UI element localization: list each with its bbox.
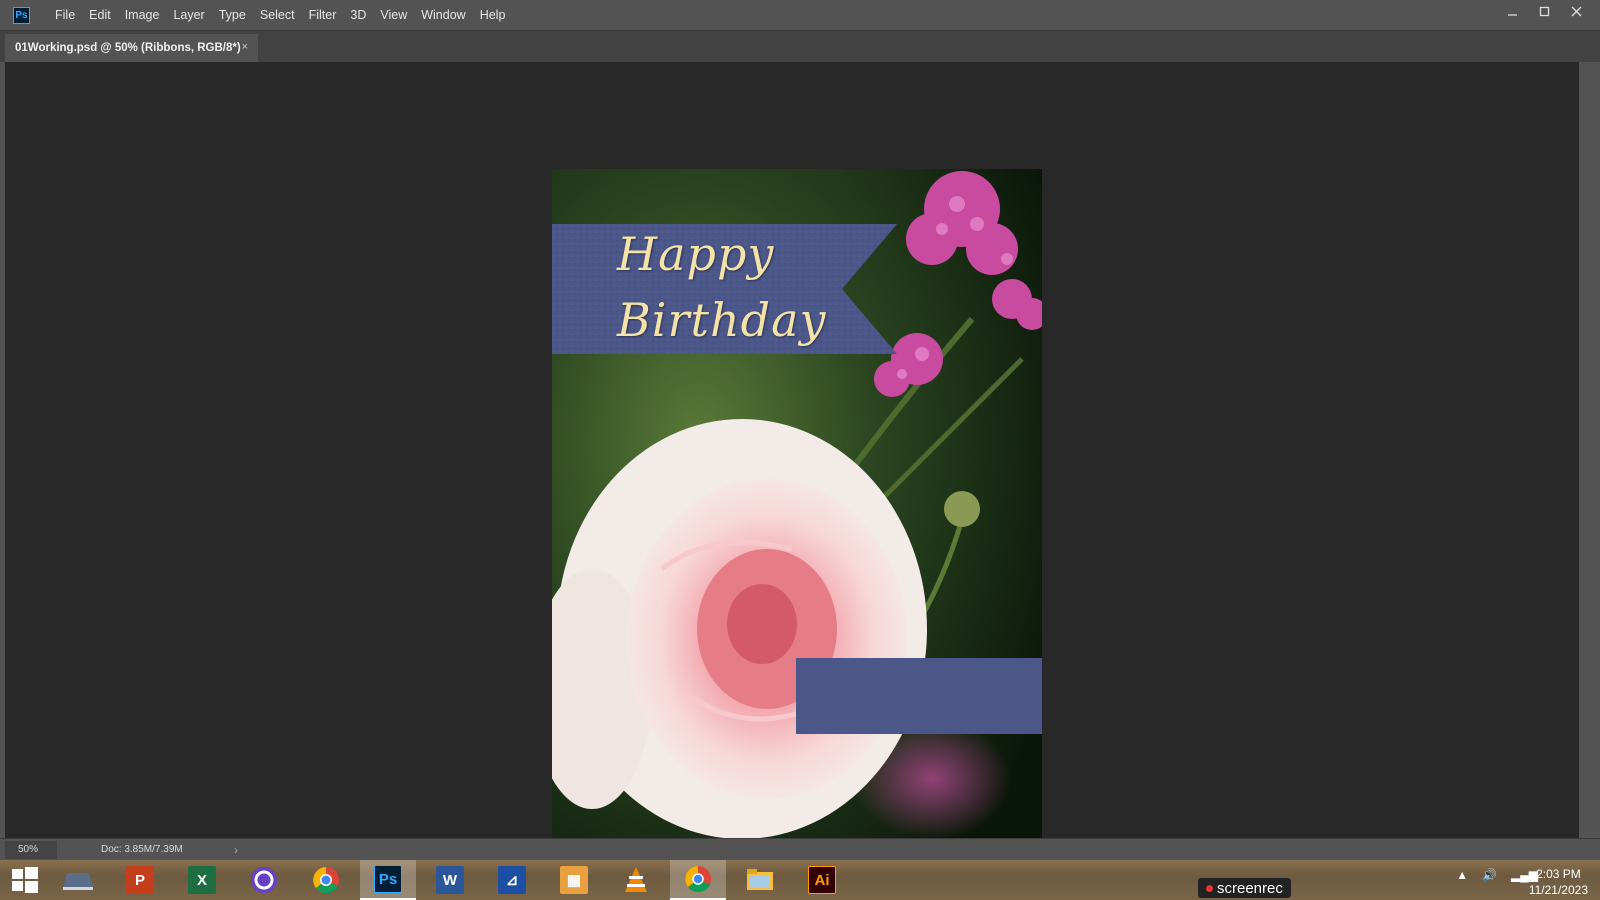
zoom-level-field[interactable]: 50% — [5, 840, 57, 859]
menu-image[interactable]: Image — [118, 0, 167, 31]
word-icon[interactable]: W — [422, 860, 478, 900]
window-controls — [1496, 0, 1592, 25]
chrome-profile-icon[interactable] — [670, 860, 726, 900]
clock-date: 11/21/2023 — [1528, 883, 1588, 897]
vertical-scrollbar[interactable] — [1579, 62, 1595, 838]
status-menu-arrow-icon[interactable]: › — [234, 843, 238, 857]
show-hidden-icons-icon[interactable]: ▲ — [1456, 868, 1468, 882]
chrome-icon[interactable] — [298, 860, 354, 900]
screenrec-badge[interactable]: screenrec — [1198, 878, 1291, 898]
photoshop-logo-icon[interactable]: Ps — [13, 6, 30, 24]
menu-view[interactable]: View — [373, 0, 414, 31]
minimize-icon[interactable] — [1496, 0, 1528, 22]
powerpoint-icon[interactable]: P — [112, 860, 168, 900]
menu-3d[interactable]: 3D — [343, 0, 373, 31]
menu-file[interactable]: File — [48, 0, 82, 31]
windows-taskbar: P X Ps W ⊿ ▦ Ai — [0, 860, 1600, 900]
cortana-icon[interactable] — [236, 860, 292, 900]
volume-icon[interactable]: 🔊 — [1482, 868, 1497, 882]
document-tab-title: 01Working.psd @ 50% (Ribbons, RGB/8*) — [15, 42, 241, 54]
document-size-info: Doc: 3.85M/7.39M — [101, 844, 183, 855]
file-explorer-icon[interactable] — [732, 860, 788, 900]
status-bar: 50% Doc: 3.85M/7.39M › — [0, 838, 1600, 860]
menu-bar: Ps File Edit Image Layer Type Select Fil… — [0, 0, 1600, 31]
close-window-icon[interactable] — [1560, 0, 1592, 22]
greeting-line-2: Birthday — [617, 293, 827, 347]
maximize-icon[interactable] — [1528, 0, 1560, 22]
ribbon-bottom-shape[interactable] — [796, 658, 1042, 734]
menu-edit[interactable]: Edit — [82, 0, 118, 31]
close-tab-icon[interactable]: × — [242, 41, 248, 53]
vlc-icon[interactable] — [608, 860, 664, 900]
system-tray: ▲ 🔊 ▂▄▆ — [1456, 868, 1538, 882]
menu-window[interactable]: Window — [414, 0, 472, 31]
screenrec-label: screenrec — [1217, 879, 1283, 897]
clock-time: 2:03 PM — [1536, 867, 1581, 881]
windows-start-icon[interactable] — [0, 860, 50, 900]
document-canvas[interactable]: Happy Birthday — [552, 169, 1042, 855]
menu-filter[interactable]: Filter — [302, 0, 344, 31]
canvas-workspace[interactable]: Happy Birthday — [5, 62, 1579, 855]
scanner-icon[interactable]: ⊿ — [484, 860, 540, 900]
record-dot-icon — [1206, 884, 1213, 892]
excel-icon[interactable]: X — [174, 860, 230, 900]
laptop-icon[interactable] — [50, 860, 106, 900]
system-clock[interactable]: 2:03 PM 11/21/2023 — [1529, 866, 1588, 898]
document-tab[interactable]: 01Working.psd @ 50% (Ribbons, RGB/8*) × — [5, 34, 258, 62]
greeting-text: Happy Birthday — [617, 221, 826, 353]
greeting-line-1: Happy — [617, 227, 775, 281]
photoshop-taskbar-icon[interactable]: Ps — [360, 860, 416, 900]
presentation-icon[interactable]: ▦ — [546, 860, 602, 900]
illustrator-icon[interactable]: Ai — [794, 860, 850, 900]
menu-select[interactable]: Select — [253, 0, 302, 31]
menu-help[interactable]: Help — [473, 0, 513, 31]
menu-layer[interactable]: Layer — [166, 0, 211, 31]
menu-type[interactable]: Type — [212, 0, 253, 31]
document-tab-bar: 01Working.psd @ 50% (Ribbons, RGB/8*) × — [0, 31, 1600, 62]
